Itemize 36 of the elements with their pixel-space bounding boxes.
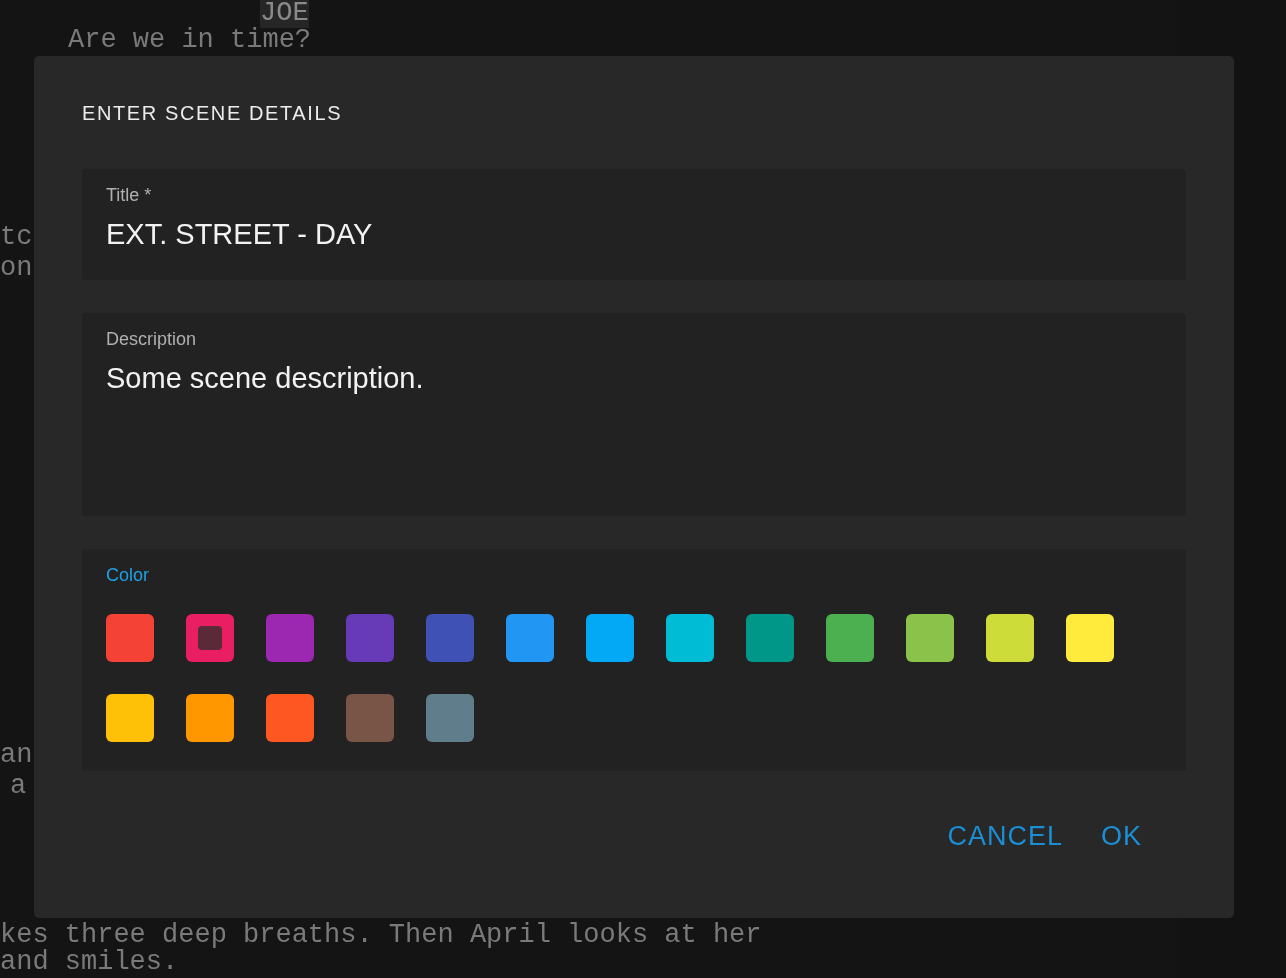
script-line: a [10,771,27,801]
cancel-button[interactable]: CANCEL [947,817,1063,856]
field-value: EXT. STREET - DAY [106,218,373,251]
color-swatch[interactable] [506,614,554,662]
field-label: Title * [106,185,152,206]
script-line: Are we in time? [68,25,312,55]
color-swatch[interactable] [426,694,474,742]
color-swatch[interactable] [666,614,714,662]
color-swatch[interactable] [586,614,634,662]
description-field[interactable]: Description Some scene description. [82,313,1186,516]
color-swatch[interactable] [266,694,314,742]
script-line: an [0,740,33,770]
script-line: kes three deep breaths. Then April looks at her [0,920,762,950]
color-swatch[interactable] [906,614,954,662]
title-field[interactable]: Title * EXT. STREET - DAY [82,169,1186,280]
field-value: Some scene description. [106,362,424,395]
color-swatch[interactable] [186,694,234,742]
color-swatch[interactable] [826,614,874,662]
color-swatch[interactable] [746,614,794,662]
color-swatch[interactable] [346,614,394,662]
script-line: tc [0,222,33,252]
dialog-title: ENTER SCENE DETAILS [82,102,343,125]
color-swatch[interactable] [106,694,154,742]
color-swatch[interactable] [986,614,1034,662]
color-swatch[interactable] [1066,614,1114,662]
color-swatch[interactable] [426,614,474,662]
color-swatch[interactable] [186,614,234,662]
script-line: on [0,253,33,283]
color-swatch[interactable] [266,614,314,662]
ok-button[interactable]: OK [1101,817,1142,856]
color-swatch[interactable] [346,694,394,742]
color-swatch[interactable] [106,614,154,662]
field-label: Description [106,329,197,350]
field-label: Color [106,565,149,586]
selected-indicator [198,626,222,650]
script-line: and smiles. [0,947,179,977]
